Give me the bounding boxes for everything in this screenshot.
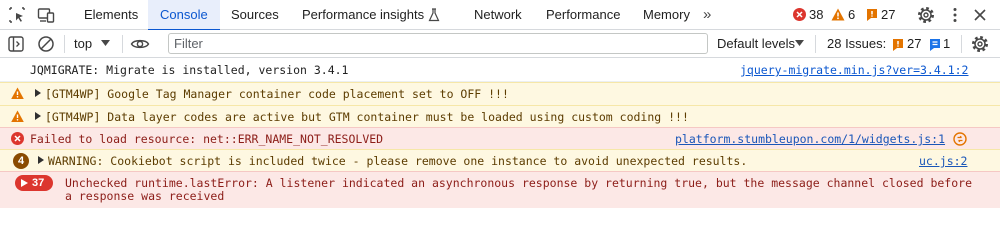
tab-label: Sources: [231, 7, 279, 22]
warning-count-icon: [831, 8, 845, 21]
tab-label: Memory: [643, 7, 690, 22]
kebab-menu-icon[interactable]: [945, 5, 965, 25]
issues-warning-count[interactable]: 27: [907, 30, 921, 58]
issues-info-count[interactable]: 1: [943, 30, 950, 58]
expand-triangle-icon[interactable]: [38, 156, 44, 164]
expand-triangle-icon[interactable]: [35, 112, 41, 120]
message-text: JQMIGRATE: Migrate is installed, version…: [30, 63, 349, 77]
repeat-count-badge: 37: [15, 175, 53, 191]
tab-label: Console: [160, 7, 208, 22]
devtools-tab-bar: Elements Console Sources Performance ins…: [0, 0, 1000, 31]
experimental-flask-icon: [428, 8, 440, 22]
tab-network[interactable]: Network: [462, 0, 534, 30]
message-text-continued: a response was received: [65, 189, 225, 203]
live-expression-eye-icon[interactable]: [130, 34, 150, 54]
toolbar-divider: [64, 35, 65, 53]
warning-icon: [11, 110, 24, 122]
repeat-count-badge: 4: [13, 153, 29, 169]
toolbar-divider: [815, 35, 816, 53]
console-filter-bar: top Default levels 28 Issues: 27 1: [0, 30, 1000, 58]
error-count-icon: [793, 8, 806, 21]
issue-info-icon: [930, 39, 940, 51]
issue-count-icon: [867, 9, 877, 21]
tab-label: Elements: [84, 7, 139, 22]
tab-memory[interactable]: Memory: [631, 0, 702, 30]
log-levels-dropdown[interactable]: Default levels: [717, 30, 795, 58]
issue-count[interactable]: 27: [881, 0, 895, 30]
error-count[interactable]: 38: [809, 0, 823, 30]
tab-elements[interactable]: Elements: [72, 0, 150, 30]
console-message[interactable]: 4 WARNING: Cookiebot script is included …: [0, 149, 1000, 171]
console-message[interactable]: 37 Unchecked runtime.lastError: A listen…: [0, 171, 1000, 208]
source-link[interactable]: platform.stumbleupon.com/1/widgets.js:1: [675, 132, 945, 146]
message-text: [GTM4WP] Google Tag Manager container co…: [45, 87, 509, 101]
source-link[interactable]: uc.js:2: [919, 154, 967, 168]
console-filter-input[interactable]: [168, 33, 708, 54]
message-text: [GTM4WP] Data layer codes are active but…: [45, 110, 689, 124]
expand-triangle-icon[interactable]: [35, 89, 41, 97]
issues-link[interactable]: 28 Issues:: [827, 30, 886, 58]
message-text: Unchecked runtime.lastError: A listener …: [65, 176, 972, 190]
tab-label: Performance: [546, 7, 621, 22]
repeat-count: 37: [32, 177, 45, 189]
console-settings-gear-icon[interactable]: [970, 34, 990, 54]
console-message[interactable]: [GTM4WP] Data layer codes are active but…: [0, 105, 1000, 128]
console-message[interactable]: JQMIGRATE: Migrate is installed, version…: [0, 59, 1000, 82]
network-request-icon[interactable]: [953, 132, 967, 146]
toolbar-divider: [961, 35, 962, 53]
tab-console[interactable]: Console: [148, 0, 220, 31]
message-text: WARNING: Cookiebot script is included tw…: [48, 154, 748, 168]
console-message[interactable]: Failed to load resource: net::ERR_NAME_N…: [0, 127, 1000, 149]
source-link[interactable]: jquery-migrate.min.js?ver=3.4.1:2: [740, 63, 968, 77]
tab-performance[interactable]: Performance: [534, 0, 632, 30]
console-message[interactable]: [GTM4WP] Google Tag Manager container co…: [0, 82, 1000, 105]
toolbar-divider: [122, 35, 123, 53]
sidebar-toggle-icon[interactable]: [6, 34, 26, 54]
tab-label: Network: [474, 7, 522, 22]
issue-warning-icon: [893, 39, 903, 51]
select-element-icon[interactable]: [7, 5, 27, 25]
more-tabs-button[interactable]: »: [703, 6, 711, 23]
message-text: Failed to load resource: net::ERR_NAME_N…: [30, 132, 384, 146]
tab-sources[interactable]: Sources: [219, 0, 291, 30]
close-icon[interactable]: [970, 5, 990, 25]
tab-label: Performance insights: [302, 7, 425, 22]
warning-count[interactable]: 6: [848, 0, 855, 30]
chevron-down-icon[interactable]: [101, 40, 110, 47]
chevron-down-icon[interactable]: [795, 40, 804, 47]
tab-performance-insights[interactable]: Performance insights: [290, 0, 452, 30]
context-selector[interactable]: top: [74, 30, 92, 58]
error-icon: [11, 132, 24, 145]
clear-console-icon[interactable]: [36, 34, 56, 54]
gear-icon[interactable]: [916, 5, 936, 25]
warning-icon: [11, 87, 24, 99]
device-toolbar-icon[interactable]: [36, 5, 56, 25]
expand-triangle-icon[interactable]: [21, 179, 28, 187]
